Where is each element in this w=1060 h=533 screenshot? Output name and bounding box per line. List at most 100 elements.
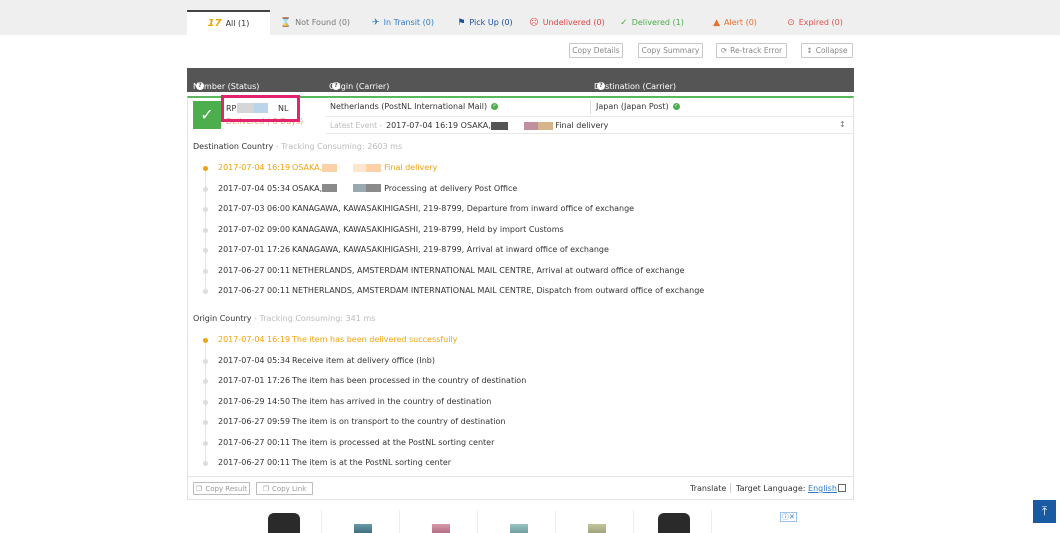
event-description: The item is on transport to the country …	[292, 417, 505, 426]
tab-alert[interactable]: ▲ Alert (0)	[694, 10, 776, 35]
copy-details-label: Copy Details	[572, 46, 620, 55]
tab-label: In Transit (0)	[383, 18, 434, 27]
tab-label: All (1)	[225, 19, 250, 28]
event-description: NETHERLANDS, AMSTERDAM INTERNATIONAL MAI…	[292, 266, 685, 275]
timeline-dot-icon	[203, 399, 208, 405]
event-time: 2017-06-27 00:11	[218, 437, 291, 447]
destination-carrier-label: Japan (Japan Post)	[596, 102, 669, 111]
copy-summary-label: Copy Summary	[641, 46, 700, 55]
event-description: OSAKA, Processing at delivery Post Office	[292, 184, 517, 193]
latest-event-place: OSAKA,	[460, 121, 491, 130]
header-destination-label: Destination (Carrier)	[594, 82, 677, 91]
event-time: 2017-06-29 14:50	[218, 396, 291, 406]
help-icon[interactable]: ?	[597, 82, 605, 90]
event-description: The item is processed at the PostNL sort…	[292, 438, 494, 447]
product-image	[354, 524, 372, 533]
event-description: KANAGAWA, KAWASAKIHIGASHI, 219-8799, Arr…	[292, 245, 609, 254]
copy-icon: ❐	[196, 484, 203, 493]
jacket-image	[658, 513, 690, 533]
product-image	[432, 524, 450, 533]
timeline-dot-icon	[203, 379, 208, 384]
tab-all[interactable]: 17 All (1)	[187, 10, 270, 35]
event-time: 2017-07-04 16:19	[218, 335, 291, 344]
event-description-text: The item is processed at the PostNL sort…	[292, 437, 495, 447]
tab-label: Delivered (1)	[631, 18, 684, 27]
copy-summary-button[interactable]: Copy Summary	[638, 43, 703, 58]
flag-icon: ⚑	[457, 17, 466, 28]
event-description-text: OSAKA,	[292, 163, 323, 172]
check-icon: ✓	[620, 17, 628, 28]
tracking-number-highlight	[221, 95, 300, 122]
redacted-text	[537, 121, 553, 130]
origin-section-label: Origin Country	[193, 314, 252, 323]
sad-face-icon: ☹	[529, 17, 539, 28]
help-icon[interactable]: ?	[196, 82, 204, 90]
event-description: NETHERLANDS, AMSTERDAM INTERNATIONAL MAI…	[292, 286, 704, 295]
latest-event-text: 2017-07-04 16:19 OSAKA, Final delivery	[386, 121, 608, 130]
redacted-text	[366, 184, 382, 192]
tab-expired[interactable]: ⊙ Expired (0)	[776, 10, 854, 35]
ad-choices-icon[interactable]: ⓘ✕	[780, 512, 797, 522]
origin-section-title: Origin Country - Tracking Consuming: 341…	[193, 314, 375, 323]
event-description-text: OSAKA,	[292, 183, 323, 193]
event-description: The item has been processed in the count…	[292, 376, 526, 385]
event-description: Receive item at delivery office (Inb)	[292, 356, 435, 365]
tab-undelivered[interactable]: ☹ Undelivered (0)	[524, 10, 610, 35]
tab-in-transit[interactable]: ✈ In Transit (0)	[360, 10, 446, 35]
destination-tracking-consuming: - Tracking Consuming: 2603 ms	[273, 142, 403, 151]
event-description: The item is at the PostNL sorting center	[292, 458, 451, 467]
ad-product-jacket[interactable]	[636, 510, 712, 533]
plane-icon: ✈	[372, 17, 380, 28]
origin-carrier-label: Netherlands (PostNL International Mail)	[330, 102, 488, 111]
copy-details-button[interactable]: Copy Details	[569, 43, 623, 58]
copy-result-label: Copy Result	[205, 484, 247, 493]
translate-button[interactable]: Translate	[690, 484, 726, 493]
redacted-text	[490, 121, 508, 130]
latest-event-desc: Final delivery	[555, 121, 609, 130]
auto-translate-checkbox[interactable]	[838, 484, 846, 492]
event-description-text: The item is at the PostNL sorting center	[292, 458, 452, 467]
event-description: KANAGAWA, KAWASAKIHIGASHI, 219-8799, Dep…	[292, 204, 634, 213]
help-icon[interactable]: ?	[332, 82, 340, 90]
timeline-dot-icon	[203, 289, 208, 294]
redacted-text	[322, 184, 338, 192]
ad-product-jacket[interactable]	[246, 510, 322, 533]
timeline-dot-icon	[203, 268, 208, 274]
copy-icon: ❐	[262, 484, 269, 493]
ad-product[interactable]	[558, 510, 634, 533]
table-header: Number (Status)? Origin (Carrier)? Desti…	[187, 68, 854, 92]
ad-banner[interactable]	[246, 510, 798, 533]
event-description-tail: Processing at delivery Post Office	[384, 183, 518, 193]
retrack-error-button[interactable]: ⟳ Re-track Error	[716, 43, 787, 58]
expand-icon[interactable]: ↕	[839, 120, 846, 129]
latest-event-time: 2017-07-04 16:19	[386, 121, 459, 130]
tab-delivered[interactable]: ✓ Delivered (1)	[610, 10, 694, 35]
timeline-dot-icon	[203, 227, 208, 233]
event-time: 2017-07-01 17:26	[218, 376, 291, 385]
language-link[interactable]: English	[808, 484, 837, 493]
event-time: 2017-07-04 05:34	[218, 183, 291, 193]
clock-icon: ⊙	[787, 17, 795, 28]
redacted-text	[322, 163, 338, 172]
retrack-error-label: Re-track Error	[730, 46, 783, 55]
product-image	[588, 524, 606, 533]
scroll-to-top-icon[interactable]: ⤒	[1033, 500, 1056, 523]
event-time: 2017-07-03 06:00	[218, 204, 291, 213]
logo-17-icon: 17	[207, 18, 222, 29]
tab-label: Not Found (0)	[295, 18, 351, 27]
event-time: 2017-06-27 00:11	[218, 265, 291, 275]
redacted-text	[353, 184, 367, 192]
ad-product[interactable]	[402, 510, 478, 533]
tab-not-found[interactable]: ⌛ Not Found (0)	[270, 10, 360, 35]
redacted-text	[523, 121, 538, 130]
event-description: OSAKA, Final delivery	[292, 163, 437, 172]
origin-tracking-consuming: - Tracking Consuming: 341 ms	[251, 314, 376, 323]
copy-link-button[interactable]: ❐ Copy Link	[256, 482, 313, 495]
event-description: The item has arrived in the country of d…	[292, 397, 491, 406]
ad-product[interactable]	[324, 510, 400, 533]
destination-section-label: Destination Country	[193, 142, 274, 151]
copy-result-button[interactable]: ❐ Copy Result	[193, 482, 250, 495]
tab-pick-up[interactable]: ⚑ Pick Up (0)	[446, 10, 524, 35]
ad-product[interactable]	[480, 510, 556, 533]
collapse-button[interactable]: ↕ Collapse	[801, 43, 853, 58]
